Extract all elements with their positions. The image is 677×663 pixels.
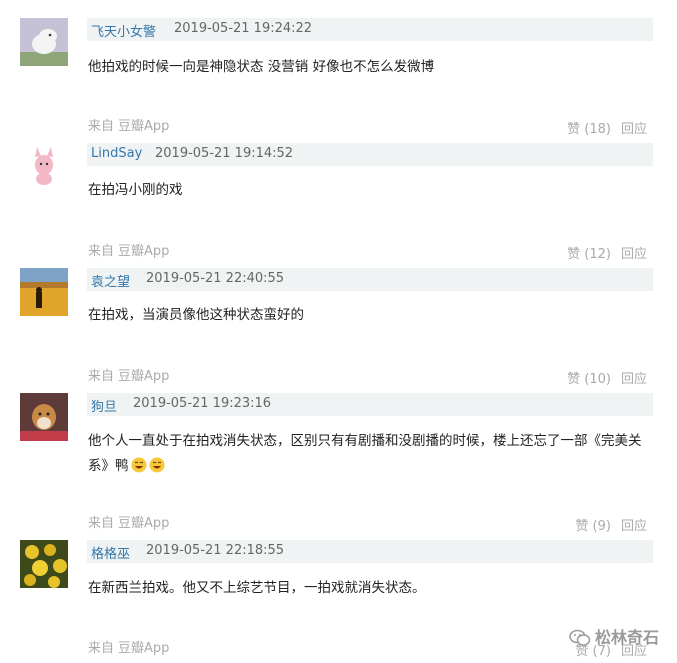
comment-source: 来自 豆瓣App <box>88 512 169 531</box>
like-button[interactable]: 赞 (10) <box>567 372 611 387</box>
source-app[interactable]: 豆瓣App <box>118 244 169 259</box>
comment-header: 飞天小女警 2019-05-21 19:24:22 <box>87 18 653 41</box>
comment-source: 来自 豆瓣App <box>88 365 169 384</box>
source-prefix: 来自 <box>88 244 115 259</box>
source-app[interactable]: 豆瓣App <box>118 641 169 656</box>
comment-source: 来自 豆瓣App <box>88 240 169 259</box>
comment-time: 2019-05-21 22:18:55 <box>146 543 285 558</box>
comment-text-content: 他个人一直处于在拍戏消失状态，区别只有有剧播和没剧播的时候，楼上还忘了一部《完美… <box>88 433 642 474</box>
comment-actions: 赞 (18) 回应 <box>567 118 647 137</box>
comment-text: 在拍冯小刚的戏 <box>88 182 183 198</box>
avatar[interactable] <box>20 143 68 191</box>
comment-header: 格格巫 2019-05-21 22:18:55 <box>87 540 653 563</box>
source-prefix: 来自 <box>88 641 115 656</box>
watermark: 松林奇石 <box>569 624 659 651</box>
reply-button[interactable]: 回应 <box>621 122 647 137</box>
author-name[interactable]: LindSay <box>91 146 142 161</box>
comment-header: LindSay 2019-05-21 19:14:52 <box>87 143 653 166</box>
source-prefix: 来自 <box>88 516 115 531</box>
comment-header: 袁之望 2019-05-21 22:40:55 <box>87 268 653 291</box>
comment-header: 狗旦 2019-05-21 19:23:16 <box>87 393 653 416</box>
comment-time: 2019-05-21 19:24:22 <box>174 21 313 36</box>
author-name[interactable]: 袁之望 <box>91 271 130 290</box>
avatar[interactable] <box>20 393 68 441</box>
laughing-face-icon <box>149 457 165 473</box>
comment-source: 来自 豆瓣App <box>88 637 169 656</box>
comment-actions: 赞 (12) 回应 <box>567 243 647 262</box>
author-name[interactable]: 飞天小女警 <box>91 21 156 40</box>
source-prefix: 来自 <box>88 119 115 134</box>
reply-button[interactable]: 回应 <box>621 519 647 534</box>
comment-time: 2019-05-21 19:14:52 <box>155 146 294 161</box>
comment-text: 在新西兰拍戏。他又不上综艺节目，一拍戏就消失状态。 <box>88 580 426 596</box>
reply-button[interactable]: 回应 <box>621 372 647 387</box>
comment-source: 来自 豆瓣App <box>88 115 169 134</box>
comment-text: 他个人一直处于在拍戏消失状态，区别只有有剧播和没剧播的时候，楼上还忘了一部《完美… <box>88 429 653 479</box>
like-button[interactable]: 赞 (9) <box>575 519 611 534</box>
like-button[interactable]: 赞 (18) <box>567 122 611 137</box>
watermark-text: 松林奇石 <box>594 628 659 647</box>
author-name[interactable]: 狗旦 <box>91 396 117 415</box>
source-app[interactable]: 豆瓣App <box>118 516 169 531</box>
source-prefix: 来自 <box>88 369 115 384</box>
source-app[interactable]: 豆瓣App <box>118 369 169 384</box>
like-button[interactable]: 赞 (12) <box>567 247 611 262</box>
comment-time: 2019-05-21 22:40:55 <box>146 271 285 286</box>
comment-actions: 赞 (10) 回应 <box>567 368 647 387</box>
comment-time: 2019-05-21 19:23:16 <box>133 396 272 411</box>
reply-button[interactable]: 回应 <box>621 247 647 262</box>
source-app[interactable]: 豆瓣App <box>118 119 169 134</box>
avatar[interactable] <box>20 268 68 316</box>
avatar[interactable] <box>20 18 68 66</box>
author-name[interactable]: 格格巫 <box>91 543 130 562</box>
laughing-face-icon <box>131 457 147 473</box>
avatar[interactable] <box>20 540 68 588</box>
comment-text: 在拍戏，当演员像他这种状态蛮好的 <box>88 307 304 323</box>
comment-actions: 赞 (9) 回应 <box>575 515 647 534</box>
comment-text: 他拍戏的时候一向是神隐状态 没营销 好像也不怎么发微博 <box>88 59 435 75</box>
wechat-icon <box>569 629 591 651</box>
